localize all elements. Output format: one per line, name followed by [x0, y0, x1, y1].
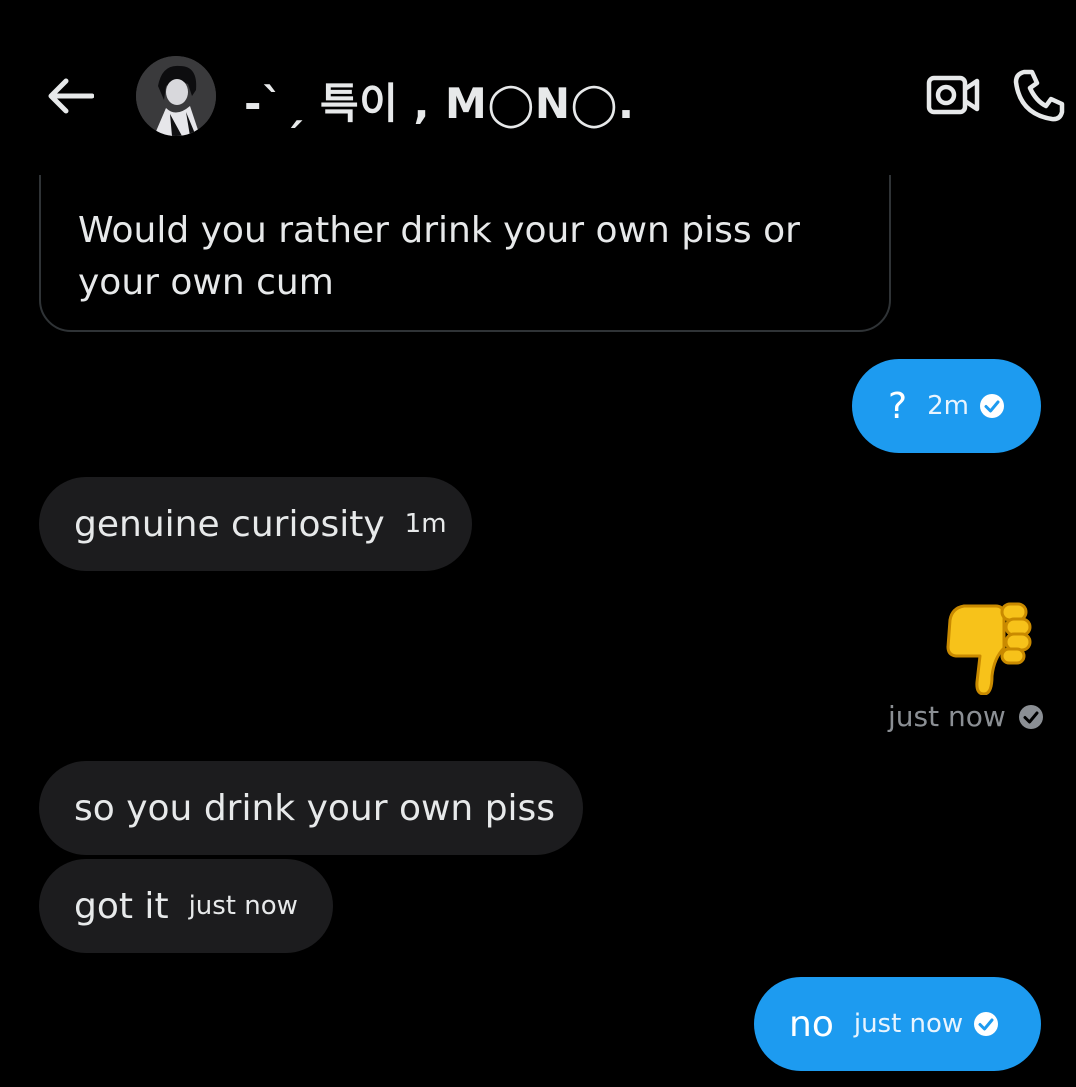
message-timestamp: 1m — [404, 509, 447, 539]
message-text: no — [789, 1003, 834, 1045]
message-meta: just now — [888, 700, 1044, 733]
message-timestamp: just now — [853, 1009, 964, 1039]
message-emoji-sent[interactable] — [944, 600, 1034, 696]
message-bubble-received[interactable]: got it just now — [39, 859, 333, 953]
message-text: ? — [888, 385, 908, 427]
avatar[interactable] — [136, 56, 216, 136]
seen-check-icon — [979, 394, 1004, 418]
message-bubble-received[interactable]: so you drink your own piss — [39, 761, 583, 855]
back-button[interactable] — [44, 72, 96, 120]
dm-conversation-screen: Would you rather drink your own piss or … — [0, 0, 1076, 1087]
message-bubble-sent[interactable]: ? 2m — [852, 359, 1041, 453]
avatar-image — [136, 56, 216, 136]
message-bubble-sent[interactable]: no just now — [754, 977, 1041, 1071]
message-timestamp: just now — [888, 700, 1006, 733]
message-text: got it — [74, 885, 169, 927]
message-text: so you drink your own piss — [74, 787, 556, 829]
arrow-left-icon — [48, 78, 94, 114]
video-camera-icon — [926, 75, 980, 115]
contact-name[interactable]: -ˋˏ 특이 , M◯N◯. — [244, 70, 634, 131]
seen-check-icon — [974, 1012, 999, 1036]
sent-check-icon — [1018, 704, 1043, 729]
message-timestamp: 2m — [927, 391, 969, 421]
conversation-header: -ˋˏ 특이 , M◯N◯. — [0, 0, 1076, 175]
voice-call-button[interactable] — [1010, 66, 1068, 124]
message-timestamp: just now — [188, 891, 298, 921]
thumbs-down-icon — [946, 602, 1032, 696]
video-call-button[interactable] — [924, 68, 982, 122]
phone-icon — [1013, 69, 1065, 122]
message-bubble-received[interactable]: genuine curiosity 1m — [39, 477, 472, 571]
message-text: genuine curiosity — [74, 503, 385, 545]
quoted-post-text: Would you rather drink your own piss or … — [78, 210, 800, 303]
